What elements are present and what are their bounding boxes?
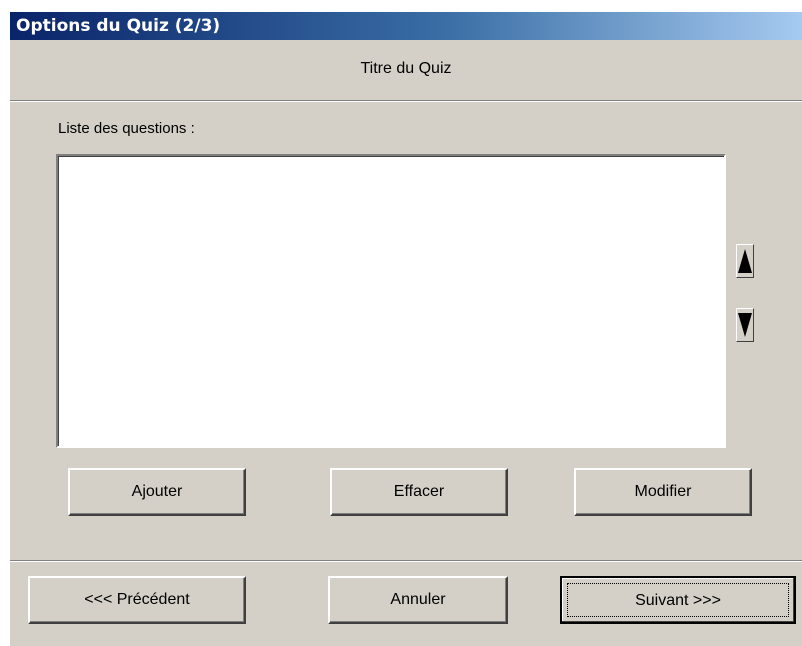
footer-divider bbox=[10, 560, 802, 562]
next-button[interactable]: Suivant >>> bbox=[560, 576, 796, 624]
move-down-button[interactable] bbox=[736, 308, 754, 342]
questions-list-label: Liste des questions : bbox=[58, 120, 195, 137]
window-title: Options du Quiz (2/3) bbox=[16, 16, 221, 36]
header-divider bbox=[10, 100, 802, 102]
cancel-button[interactable]: Annuler bbox=[328, 576, 508, 624]
move-up-button[interactable] bbox=[736, 244, 754, 278]
quiz-title: Titre du Quiz bbox=[360, 60, 452, 77]
previous-button[interactable]: <<< Précédent bbox=[28, 576, 246, 624]
triangle-up-icon bbox=[737, 245, 753, 277]
next-button-label: Suivant >>> bbox=[567, 583, 789, 617]
add-question-button[interactable]: Ajouter bbox=[68, 468, 246, 516]
delete-question-button[interactable]: Effacer bbox=[330, 468, 508, 516]
questions-listbox[interactable] bbox=[56, 154, 726, 448]
edit-question-button[interactable]: Modifier bbox=[574, 468, 752, 516]
quiz-options-dialog: Options du Quiz (2/3) Titre du Quiz List… bbox=[10, 12, 802, 646]
triangle-down-icon bbox=[737, 309, 753, 341]
window-title-bar[interactable]: Options du Quiz (2/3) bbox=[10, 12, 802, 40]
